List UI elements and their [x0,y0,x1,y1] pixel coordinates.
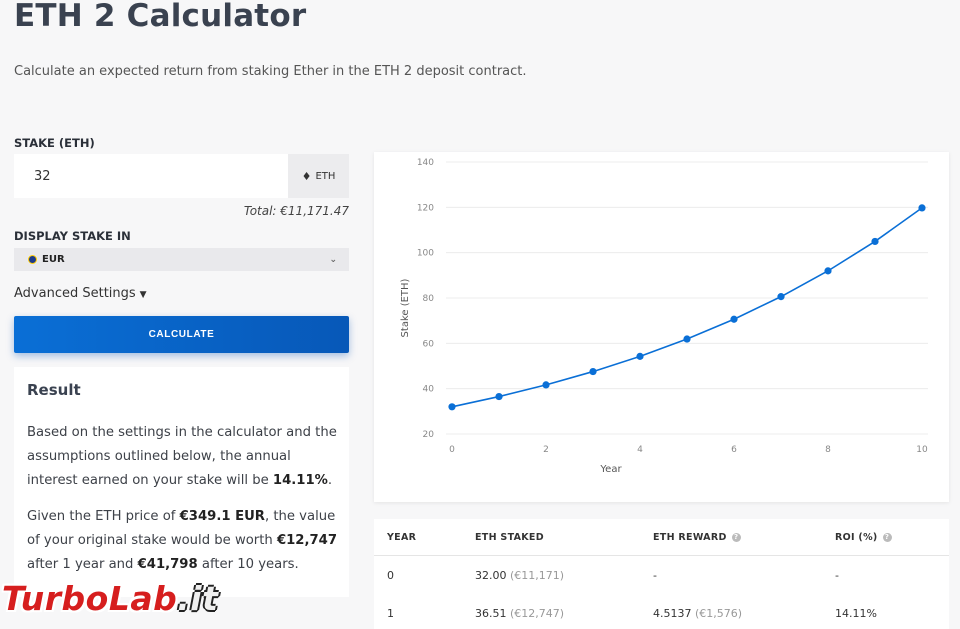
data-point [448,403,456,411]
data-point [871,237,879,246]
results-table: YEAR ETH STAKED ETH REWARD? ROI (%)? 0 3… [374,519,949,629]
value-1-year: €12,747 [276,533,338,548]
currency-value: EUR [42,254,65,265]
data-point [918,204,926,212]
col-header-year: YEAR [387,532,417,543]
value-10-years: €41,798 [137,557,198,572]
stake-chart-card: 20 40 60 80 100 120 140 0 2 4 6 8 10 Year Stake (ETH) [374,152,949,502]
x-tick-label: 4 [637,445,643,455]
x-tick-label: 6 [731,445,737,455]
chevron-down-icon: ⌄ [329,254,337,265]
data-point [730,315,738,323]
result-value-text: Given the ETH price of €349.1 EUR, the v… [27,509,338,572]
turbolab-watermark-logo: TurboLab.it [2,579,219,618]
cell-roi: - [835,569,839,582]
cell-eth-staked: 36.51 (€12,747) [475,607,565,620]
divider [374,555,949,556]
y-tick-label: 140 [417,158,434,168]
y-tick-label: 20 [423,430,435,440]
eu-flag-icon [28,255,37,264]
x-tick-label: 0 [449,445,455,455]
result-card: Result Based on the settings in the calc… [14,367,349,597]
data-point [683,335,691,343]
advanced-settings-toggle[interactable]: Advanced Settings ▼ [14,286,147,301]
col-header-roi: ROI (%)? [835,532,892,543]
data-point [542,381,550,389]
y-tick-label: 80 [423,294,435,304]
x-tick-label: 2 [543,445,549,455]
col-header-eth-reward: ETH REWARD? [653,532,741,543]
ethereum-icon: ♦ [301,169,312,183]
cell-year: 1 [387,607,394,620]
y-tick-label: 40 [423,385,435,395]
y-axis-label: Stake (ETH) [400,278,411,337]
cell-eth-staked: 32.00 (€11,171) [475,569,565,582]
cell-eth-reward: 4.5137 (€1,576) [653,607,743,620]
help-icon[interactable]: ? [731,533,741,542]
eth-unit-addon: ♦ ETH [288,154,349,198]
y-tick-label: 120 [417,203,434,213]
eth-unit-label: ETH [315,170,336,182]
data-point [824,267,832,275]
stake-input[interactable] [14,154,288,198]
data-point [777,293,785,301]
series-line [451,207,923,408]
data-point [495,392,503,401]
x-axis-label: Year [599,464,622,475]
col-header-eth-staked: ETH STAKED [475,532,544,543]
page-title: ETH 2 Calculator [14,0,307,34]
advanced-settings-label: Advanced Settings [14,286,136,301]
stake-total: Total: €11,171.47 [243,204,349,218]
interest-rate: 14.11% [272,473,328,488]
cell-eth-reward: - [653,569,657,582]
y-tick-label: 100 [417,249,434,259]
page-subtitle: Calculate an expected return from stakin… [14,64,527,79]
y-tick-label: 60 [423,339,435,349]
help-icon[interactable]: ? [882,533,892,542]
chevron-down-icon: ▼ [139,290,147,300]
data-point [589,367,597,376]
cell-year: 0 [387,569,394,582]
x-tick-label: 10 [916,445,928,455]
calculate-button[interactable]: CALCULATE [14,316,349,353]
result-interest-text: Based on the settings in the calculator … [27,425,337,488]
eth-price: €349.1 EUR [179,509,265,524]
currency-select[interactable]: EUR ⌄ [14,248,349,271]
cell-roi: 14.11% [835,607,877,620]
display-stake-label: DISPLAY STAKE IN [14,229,131,243]
result-title: Result [27,381,81,399]
data-point [636,352,644,360]
x-tick-label: 8 [825,445,831,455]
stake-chart: 20 40 60 80 100 120 140 0 2 4 6 8 10 Year Stake (ETH) [400,158,928,475]
stake-label: STAKE (ETH) [14,136,95,150]
